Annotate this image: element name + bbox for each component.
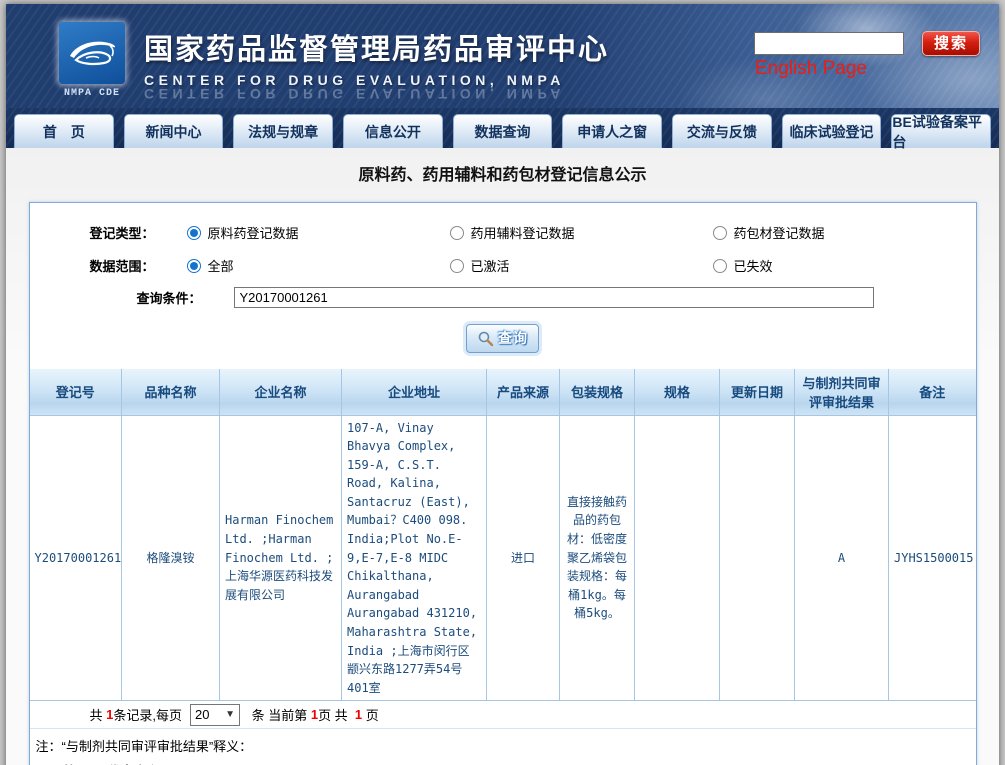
- radio-activated[interactable]: 已激活: [450, 256, 713, 275]
- cell-packaging-spec: 直接接触药品的药包材：低密度聚乙烯袋包装规格：每桶1kg。每桶5kg。: [560, 415, 635, 700]
- reg-type-row: 登记类型： 原料药登记数据 药用辅料登记数据 药包材登记数据: [30, 216, 976, 249]
- logo[interactable]: NMPA CDE: [50, 22, 134, 99]
- query-panel: 登记类型： 原料药登记数据 药用辅料登记数据 药包材登记数据: [29, 202, 977, 765]
- radio-unselected-icon[interactable]: [713, 226, 727, 240]
- cell-spec: [635, 415, 720, 700]
- table-header-row: 登记号 品种名称 企业名称 企业地址 产品来源 包装规格 规格 更新日期 与制剂…: [30, 369, 976, 415]
- query-button-row: 查询: [30, 324, 976, 353]
- radio-label: 全部: [208, 256, 234, 275]
- cell-remark: JYHS1500015: [889, 415, 976, 700]
- data-scope-options: 全部 已激活 已失效: [155, 256, 976, 275]
- results-table: 登记号 品种名称 企业名称 企业地址 产品来源 包装规格 规格 更新日期 与制剂…: [30, 369, 976, 700]
- pagination-total-suffix: 条记录,每页: [113, 705, 182, 724]
- col-remark: 备注: [889, 369, 976, 415]
- cell-update-date: [720, 415, 795, 700]
- chevron-down-icon: ▼: [225, 709, 235, 720]
- query-condition-label: 查询条件：: [30, 288, 202, 307]
- col-update-date: 更新日期: [720, 369, 795, 415]
- radio-label: 已失效: [734, 256, 773, 275]
- reg-type-options: 原料药登记数据 药用辅料登记数据 药包材登记数据: [155, 223, 976, 242]
- cell-company-address: 107-A, Vinay Bhavya Complex, 159-A, C.S.…: [342, 415, 487, 700]
- header-search: [754, 32, 904, 55]
- pagination-current-page: 1: [311, 707, 318, 722]
- header-titles: 国家药品监督管理局药品审评中心 CENTER FOR DRUG EVALUATI…: [144, 26, 609, 102]
- cell-review-result: A: [795, 415, 889, 700]
- nav-tab-disclosure[interactable]: 信息公开: [343, 114, 443, 148]
- radio-unselected-icon[interactable]: [450, 259, 464, 273]
- radio-label: 已激活: [471, 256, 510, 275]
- cell-company-name: Harman Finochem Ltd. ;Harman Finochem Lt…: [220, 415, 342, 700]
- page-size-value: 20: [195, 707, 209, 722]
- page-title: 原料药、药用辅料和药包材登记信息公示: [6, 161, 999, 185]
- swan-icon: [66, 30, 118, 76]
- content-area: 原料药、药用辅料和药包材登记信息公示 登记类型： 原料药登记数据 药用辅料登记数…: [6, 148, 999, 765]
- radio-unselected-icon[interactable]: [713, 259, 727, 273]
- table-row: Y20170001261 格隆溴铵 Harman Finochem Ltd. ;…: [30, 415, 976, 700]
- pagination-unit: 条 当前第: [248, 705, 311, 724]
- radio-label: 药包材登记数据: [734, 223, 825, 242]
- query-condition-input[interactable]: [234, 287, 874, 308]
- query-form: 登记类型： 原料药登记数据 药用辅料登记数据 药包材登记数据: [30, 203, 976, 363]
- radio-api-data[interactable]: 原料药登记数据: [187, 223, 450, 242]
- pagination-total-pages: 1: [355, 707, 362, 722]
- radio-excipient-data[interactable]: 药用辅料登记数据: [450, 223, 713, 242]
- col-company-name: 企业名称: [220, 369, 342, 415]
- query-condition-row: 查询条件：: [30, 282, 976, 312]
- pagination-total-prefix: 共: [90, 705, 107, 724]
- cell-product-source: 进口: [487, 415, 560, 700]
- header-search-input[interactable]: [754, 32, 904, 55]
- main-nav: 首 页 新闻中心 法规与规章 信息公开 数据查询 申请人之窗 交流与反馈 临床试…: [6, 108, 999, 148]
- nav-tab-applicant[interactable]: 申请人之窗: [562, 114, 662, 148]
- col-variety-name: 品种名称: [122, 369, 220, 415]
- radio-label: 原料药登记数据: [208, 223, 299, 242]
- nav-tab-data-query[interactable]: 数据查询: [453, 114, 553, 148]
- nav-tab-home[interactable]: 首 页: [14, 114, 114, 148]
- radio-selected-icon[interactable]: [187, 226, 201, 240]
- site-title: 国家药品监督管理局药品审评中心: [144, 26, 609, 68]
- col-reg-no: 登记号: [30, 369, 122, 415]
- nav-tab-clinical-trial[interactable]: 临床试验登记: [782, 114, 882, 148]
- header-search-button[interactable]: 搜索: [922, 31, 980, 56]
- radio-selected-icon[interactable]: [187, 259, 201, 273]
- nav-tab-be-platform[interactable]: BE试验备案平台: [891, 114, 991, 148]
- cde-logo-icon: [59, 22, 125, 84]
- radio-packaging-data[interactable]: 药包材登记数据: [713, 223, 976, 242]
- col-packaging-spec: 包装规格: [560, 369, 635, 415]
- query-button-label: 查询: [498, 328, 528, 348]
- nav-tab-feedback[interactable]: 交流与反馈: [672, 114, 772, 148]
- magnifier-icon: [477, 330, 494, 347]
- pagination-total-count: 1: [106, 707, 113, 722]
- data-scope-row: 数据范围： 全部 已激活 已失效: [30, 249, 976, 282]
- radio-all[interactable]: 全部: [187, 256, 450, 275]
- site-subtitle-reflection: CENTER FOR DRUG EVALUATION, NMPA: [144, 86, 609, 102]
- page-container: NMPA CDE 国家药品监督管理局药品审评中心 CENTER FOR DRUG…: [6, 4, 999, 765]
- notes-col-symbol: 符号: [34, 761, 90, 765]
- col-company-address: 企业地址: [342, 369, 487, 415]
- english-page-link[interactable]: English Page: [755, 58, 867, 80]
- pagination-pages-suffix: 页: [362, 705, 379, 724]
- notes-header: 符号 代表含义: [34, 761, 972, 765]
- cell-variety-name: 格隆溴铵: [122, 415, 220, 700]
- data-scope-label: 数据范围：: [30, 256, 155, 275]
- pagination-middle: 页 共: [318, 705, 355, 724]
- radio-expired[interactable]: 已失效: [713, 256, 976, 275]
- page-size-select[interactable]: 20 ▼: [190, 704, 240, 726]
- reg-type-label: 登记类型：: [30, 223, 155, 242]
- site-header: NMPA CDE 国家药品监督管理局药品审评中心 CENTER FOR DRUG…: [6, 4, 999, 108]
- nav-tab-regulations[interactable]: 法规与规章: [233, 114, 333, 148]
- col-spec: 规格: [635, 369, 720, 415]
- notes-col-meaning: 代表含义: [90, 761, 160, 765]
- logo-text: NMPA CDE: [50, 88, 134, 99]
- col-review-result: 与制剂共同审评审批结果: [795, 369, 889, 415]
- col-product-source: 产品来源: [487, 369, 560, 415]
- pagination-bar: 共 1条记录,每页 20 ▼ 条 当前第 1页 共 1 页: [30, 700, 976, 729]
- notes-title: 注：“与制剂共同审评审批结果”释义：: [34, 736, 972, 755]
- cell-reg-no: Y20170001261: [30, 415, 122, 700]
- nav-tab-news[interactable]: 新闻中心: [124, 114, 224, 148]
- notes-section: 注：“与制剂共同审评审批结果”释义： 符号 代表含义 A 已批准在上市制剂使用的…: [30, 729, 976, 765]
- radio-label: 药用辅料登记数据: [471, 223, 575, 242]
- query-button[interactable]: 查询: [466, 324, 539, 353]
- radio-unselected-icon[interactable]: [450, 226, 464, 240]
